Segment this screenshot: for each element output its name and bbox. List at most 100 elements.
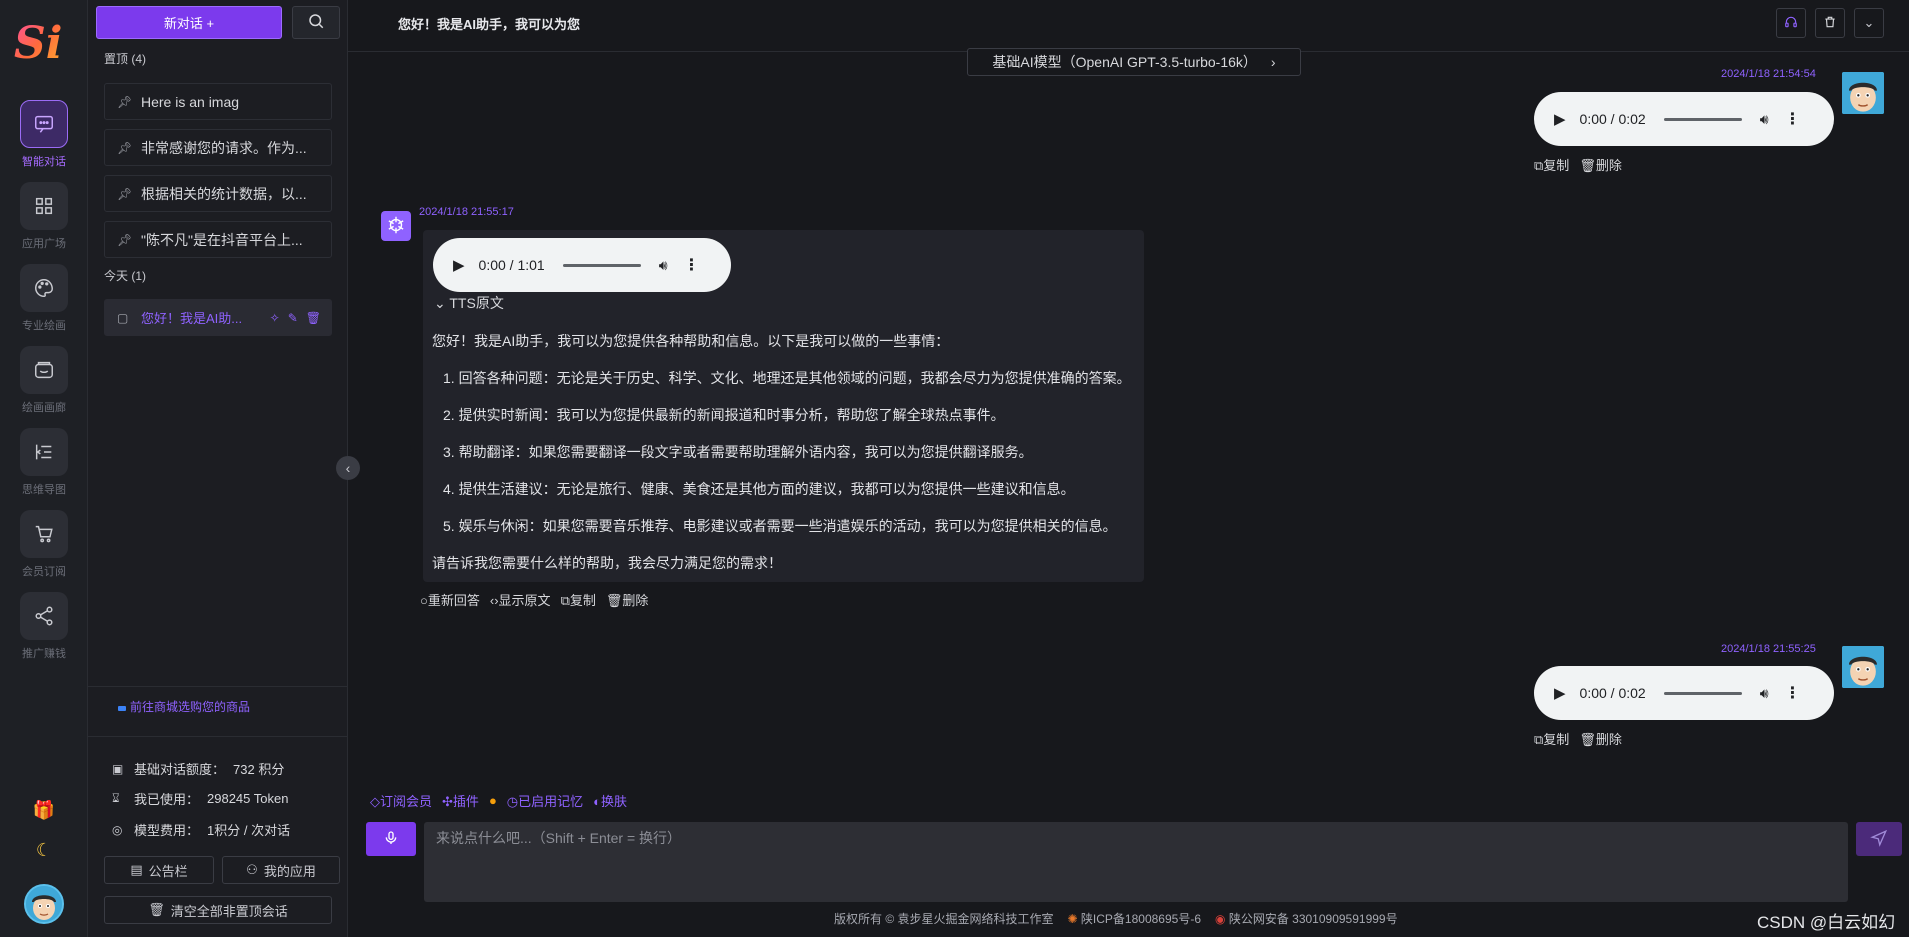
- rail-item-chat[interactable]: 智能对话: [0, 100, 88, 178]
- police-link[interactable]: ◉ 陕公网安备 33010909591999号: [1215, 910, 1398, 927]
- volume-icon[interactable]: 🔊︎: [1760, 685, 1769, 702]
- svg-text:Si: Si: [14, 18, 63, 68]
- apps-icon: ⚇: [246, 862, 258, 877]
- copy-button[interactable]: ⧉复制: [1534, 729, 1569, 748]
- conversation-title: 您好！我是AI助...: [141, 311, 243, 326]
- copy-button[interactable]: ⧉复制: [1534, 155, 1569, 174]
- collapse-sidebar-button[interactable]: ‹: [336, 456, 360, 480]
- palette-icon: [20, 264, 68, 312]
- volume-icon[interactable]: 🔊︎: [659, 257, 668, 274]
- search-button[interactable]: [292, 6, 340, 39]
- my-apps-button[interactable]: ⚇ 我的应用: [222, 856, 340, 884]
- edit-icon[interactable]: ✎: [288, 311, 298, 325]
- ai-list-item: 2. 提供实时新闻：我可以为您提供最新的新闻报道和时事分析，帮助您了解全球热点事…: [443, 407, 1005, 423]
- send-button[interactable]: [1856, 822, 1902, 856]
- user-message-avatar: [1842, 72, 1884, 114]
- ai-avatar: [381, 211, 411, 241]
- ai-outro-text: 请告诉我您需要什么样的帮助，我会尽力满足您的需求！: [432, 555, 782, 571]
- delete-button[interactable]: 🗑︎删除: [1579, 729, 1622, 748]
- cart-icon: [20, 510, 68, 558]
- play-icon[interactable]: ▶: [1554, 110, 1566, 128]
- mindmap-icon: [20, 428, 68, 476]
- message-timestamp: 2024/1/18 21:55:17: [419, 206, 514, 218]
- audio-progress-track[interactable]: [562, 263, 641, 267]
- subscribe-tool[interactable]: ◇订阅会员: [370, 791, 432, 810]
- chevron-left-icon: ‹: [345, 460, 351, 476]
- voice-input-button[interactable]: [366, 822, 416, 856]
- pin-icon: 📌︎: [117, 232, 133, 247]
- conversation-title: Here is an imag: [141, 93, 240, 110]
- conversation-item[interactable]: 📌︎ 非常感谢您的请求。作为...: [104, 129, 332, 166]
- delete-icon[interactable]: 🗑︎: [306, 311, 321, 325]
- play-icon[interactable]: ▶: [453, 256, 465, 274]
- gift-icon[interactable]: 🎁: [0, 800, 88, 821]
- model-selector[interactable]: 基础AI模型（OpenAI GPT-3.5-turbo-16k） ›: [967, 48, 1301, 76]
- stat-quota: ▣ 基础对话额度： 732 积分: [112, 761, 285, 778]
- divider: [88, 736, 348, 737]
- headset-button[interactable]: [1776, 8, 1806, 38]
- stat-used: ⌛︎ 我已使用： 298245 Token: [112, 791, 289, 807]
- audio-progress-track[interactable]: [1663, 117, 1742, 121]
- ai-intro-text: 您好！我是AI助手，我可以为您提供各种帮助和信息。以下是我可以做的一些事情：: [432, 333, 950, 349]
- conversation-item[interactable]: 📌︎ "陈不凡"是在抖音平台上...: [104, 221, 332, 258]
- theme-tool[interactable]: ◐换肤: [593, 791, 627, 810]
- conversation-title: "陈不凡"是在抖音平台上...: [141, 231, 303, 248]
- ai-list-item: 4. 提供生活建议：无论是旅行、健康、美食还是其他方面的建议，我都可以为您提供一…: [443, 481, 1075, 497]
- chat-bubble-icon: ▢: [117, 310, 129, 325]
- basketball-icon[interactable]: ●: [489, 793, 497, 808]
- new-chat-button[interactable]: 新对话 +: [96, 6, 282, 39]
- openai-icon: [385, 214, 407, 239]
- conversation-item-active[interactable]: ▢ 您好！我是AI助... ✧ ✎ 🗑︎: [104, 299, 332, 336]
- show-raw-button[interactable]: ‹›显示原文: [490, 590, 551, 609]
- more-options-button[interactable]: ⌄: [1854, 8, 1884, 38]
- delete-button[interactable]: 🗑︎删除: [606, 590, 649, 609]
- grid-icon: [20, 182, 68, 230]
- conversation-title: 根据相关的统计数据，以...: [141, 185, 307, 202]
- rail-item-promote[interactable]: 推广赚钱: [0, 592, 88, 670]
- rail-item-subscription[interactable]: 会员订阅: [0, 510, 88, 588]
- delete-button[interactable]: 🗑︎删除: [1579, 155, 1622, 174]
- pin-action-icon[interactable]: ✧: [270, 311, 280, 325]
- pin-icon: 📌︎: [117, 186, 133, 201]
- pin-icon: 📌︎: [117, 140, 133, 155]
- shop-link[interactable]: 前往商城选购您的商品: [118, 698, 250, 715]
- copy-button[interactable]: ⧉复制: [561, 590, 596, 609]
- rail-item-apps[interactable]: 应用广场: [0, 182, 88, 260]
- tts-toggle[interactable]: ⌄ TTS原文: [434, 293, 504, 313]
- message-input[interactable]: [424, 822, 1848, 902]
- copyright-text: 版权所有 © 袁步星火掘金网络科技工作室: [834, 912, 1054, 926]
- message-timestamp: 2024/1/18 21:55:25: [1721, 643, 1816, 655]
- user-avatar[interactable]: [24, 884, 64, 924]
- footer: 版权所有 © 袁步星火掘金网络科技工作室 ✺ 陕ICP备18008695号-6 …: [834, 910, 1398, 927]
- ai-list-item: 3. 帮助翻译：如果您需要翻译一段文字或者需要帮助理解外语内容，我可以为您提供翻…: [443, 444, 1033, 460]
- plugin-tool[interactable]: ✣插件: [442, 791, 479, 810]
- app-logo[interactable]: Si: [12, 12, 76, 69]
- conversation-item[interactable]: 📌︎ 根据相关的统计数据，以...: [104, 175, 332, 212]
- police-badge-icon: ◉: [1215, 912, 1226, 926]
- audio-player[interactable]: ▶ 0:00 / 0:02 🔊︎ ⋮: [1534, 666, 1834, 720]
- clear-conversations-button[interactable]: 🗑︎ 清空全部非置顶会话: [104, 896, 332, 924]
- notice-button[interactable]: ▤ 公告栏: [104, 856, 214, 884]
- coin-icon: ◎: [112, 822, 123, 837]
- audio-player[interactable]: ▶ 0:00 / 0:02 🔊︎ ⋮: [1534, 92, 1834, 146]
- audio-player[interactable]: ▶ 0:00 / 1:01 🔊︎ ⋮: [433, 238, 731, 292]
- conversation-item[interactable]: 📌︎ Here is an imag: [104, 83, 332, 120]
- rail-item-mindmap[interactable]: 思维导图: [0, 428, 88, 506]
- volume-icon[interactable]: 🔊︎: [1760, 111, 1769, 128]
- top-bar: 您好！我是AI助手，我可以为您 ⌄: [348, 0, 1909, 52]
- more-vertical-icon[interactable]: ⋮: [1785, 683, 1801, 703]
- input-tools: ◇订阅会员 ✣插件 ● ◷已启用记忆 ◐换肤: [370, 791, 627, 810]
- play-icon[interactable]: ▶: [1554, 684, 1566, 702]
- moon-icon[interactable]: ☾: [0, 840, 88, 861]
- search-icon: [307, 12, 325, 33]
- trash-icon: 🗑︎: [148, 902, 165, 917]
- memory-tool[interactable]: ◷已启用记忆: [507, 791, 583, 810]
- rail-item-gallery[interactable]: 绘画画廊: [0, 346, 88, 424]
- more-vertical-icon[interactable]: ⋮: [684, 255, 700, 275]
- delete-chat-button[interactable]: [1815, 8, 1845, 38]
- rail-item-painting[interactable]: 专业绘画: [0, 264, 88, 342]
- more-vertical-icon[interactable]: ⋮: [1785, 109, 1801, 129]
- regenerate-button[interactable]: ○重新回答: [420, 590, 480, 609]
- audio-progress-track[interactable]: [1663, 691, 1742, 695]
- icp-link[interactable]: ✺ 陕ICP备18008695号-6: [1068, 910, 1201, 927]
